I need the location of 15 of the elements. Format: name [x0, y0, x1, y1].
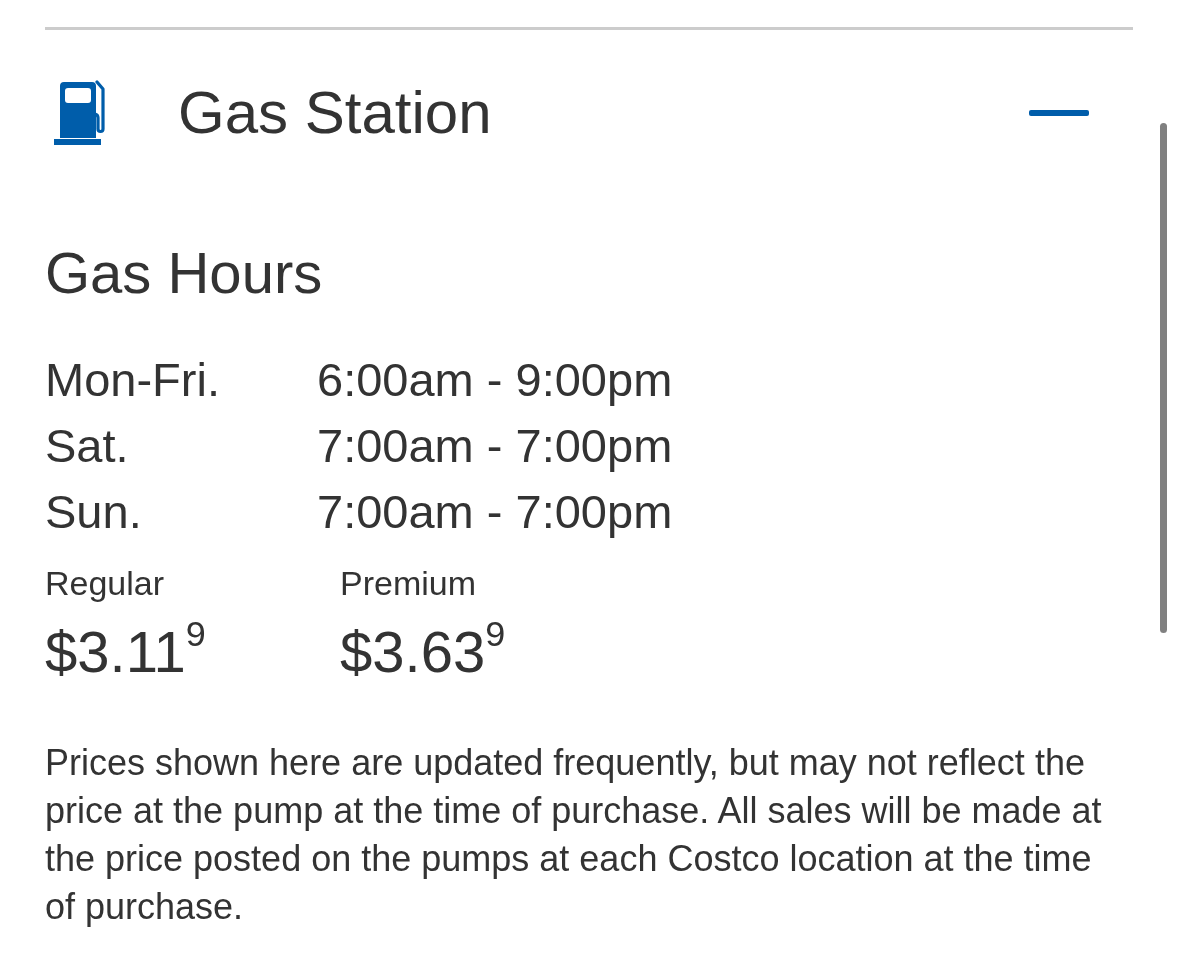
hours-time: 7:00am - 7:00pm	[317, 418, 673, 474]
scrollbar-thumb[interactable]	[1160, 123, 1167, 633]
hours-time: 7:00am - 7:00pm	[317, 484, 673, 540]
fuel-price: $3.63$^{9}$	[340, 617, 506, 686]
fuel-price: $3.11$^{9}$	[45, 617, 206, 686]
hours-time: 6:00am - 9:00pm	[317, 352, 673, 408]
days-label: Sun.	[45, 484, 143, 540]
days-label: Sat.	[45, 418, 130, 474]
minus-icon	[1029, 110, 1089, 116]
fuel-grade-label: Regular	[45, 563, 165, 604]
days-label: Mon-Fri.	[45, 352, 221, 408]
price-disclaimer: Prices shown here are updated frequently, but may not reflect the price at the pump at the time of purchase. All sales will be made at the price posted on the pumps at each Costco location at the time of purchase.	[45, 741, 1103, 929]
hours-heading: Gas Hours	[45, 239, 323, 307]
fuel-grade-label: Premium	[340, 563, 477, 604]
section-title: Gas Station	[178, 78, 492, 148]
